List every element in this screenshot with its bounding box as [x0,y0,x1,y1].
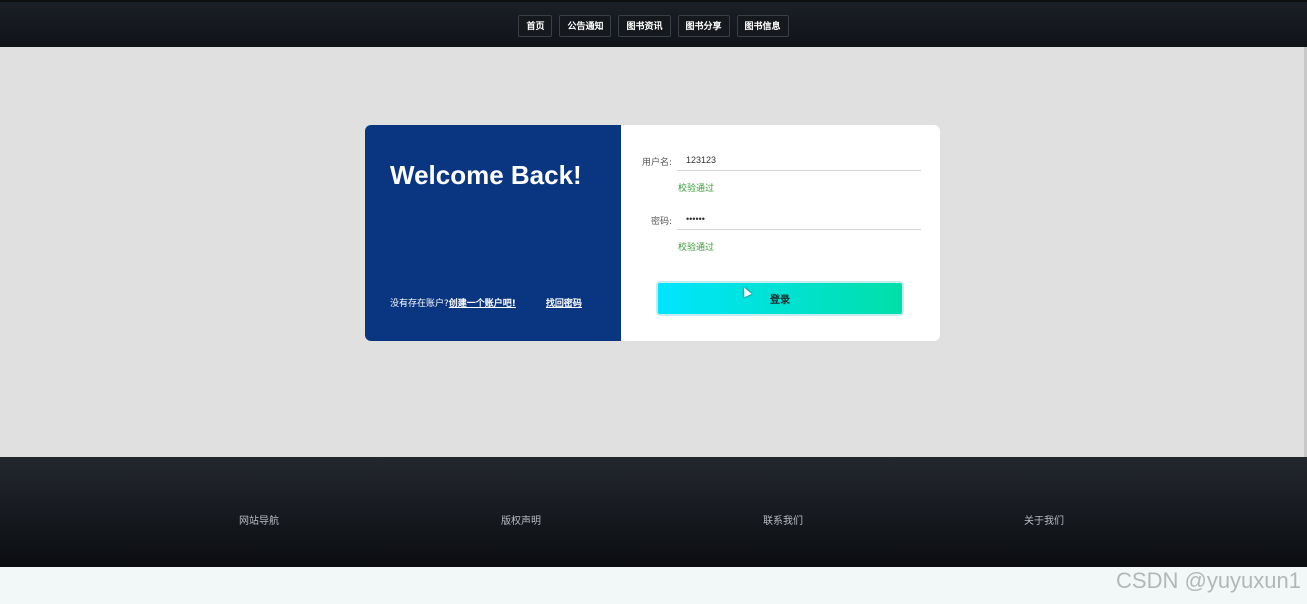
username-input[interactable] [677,149,921,171]
main-area: Welcome Back! 没有存在账户? 创建一个账户吧! 找回密码 用户名:… [0,47,1307,457]
password-input[interactable] [677,208,921,230]
nav-announcements[interactable]: 公告通知 [559,14,612,37]
nav-home[interactable]: 首页 [518,14,553,37]
username-valid-message: 校验通过 [678,184,715,194]
footer-copyright[interactable]: 版权声明 [501,512,541,527]
top-nav: 首页 公告通知 图书资讯 图书分享 图书信息 [0,0,1307,47]
login-button[interactable]: 登录 [656,281,904,316]
create-account-link[interactable]: 创建一个账户吧! [449,296,516,309]
nav-book-info[interactable]: 图书信息 [736,14,789,37]
forgot-password-link[interactable]: 找回密码 [546,296,582,309]
footer-site-nav[interactable]: 网站导航 [239,512,279,527]
nav-book-news[interactable]: 图书资讯 [618,14,671,37]
watermark: CSDN @yuyuxun1 [1116,568,1301,593]
no-account-text: 没有存在账户? [390,299,449,309]
password-valid-message: 校验通过 [678,243,715,253]
username-label: 用户名: [641,158,672,168]
login-card-left-panel: Welcome Back! 没有存在账户? 创建一个账户吧! 找回密码 [365,125,621,341]
login-card: Welcome Back! 没有存在账户? 创建一个账户吧! 找回密码 用户名:… [365,125,940,341]
nav-book-share[interactable]: 图书分享 [677,14,730,37]
account-links: 没有存在账户? 创建一个账户吧! 找回密码 [390,296,582,309]
footer-about[interactable]: 关于我们 [1024,512,1064,527]
login-form: 用户名: 校验通过 密码: 校验通过 登录 [621,125,940,341]
footer-contact[interactable]: 联系我们 [763,512,803,527]
footer: 网站导航 版权声明 联系我们 关于我们 [0,457,1307,567]
welcome-heading: Welcome Back! [390,160,582,190]
password-label: 密码: [650,217,672,227]
